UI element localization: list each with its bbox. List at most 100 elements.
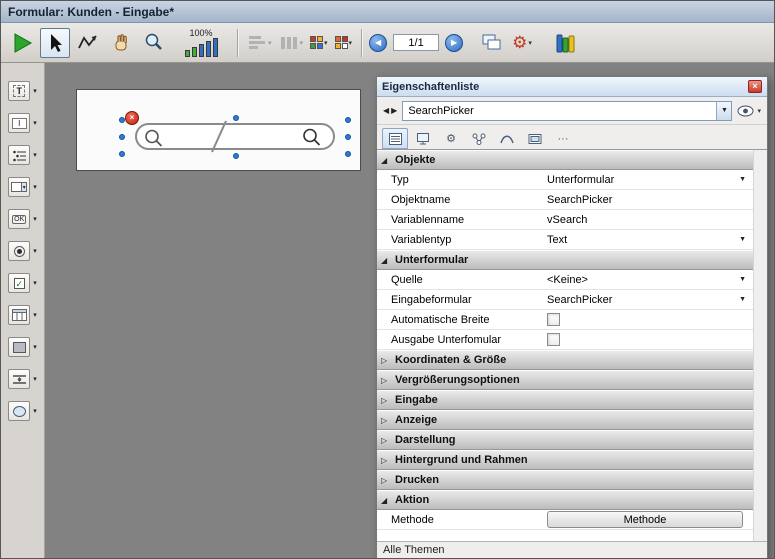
menu-arrow-icon[interactable]: ▾ <box>33 247 37 255</box>
section-header-hintergrund-und-rahmen[interactable]: ▷Hintergrund und Rahmen <box>377 450 753 470</box>
radio-button-tool[interactable]: ▾ <box>8 241 37 261</box>
tab-form[interactable] <box>410 128 436 149</box>
property-value-text[interactable]: SearchPicker <box>547 194 612 206</box>
combo-box-tool[interactable]: ▾ <box>8 177 37 197</box>
section-header-objekte[interactable]: ◢Objekte <box>377 150 753 170</box>
dropdown-arrow-icon[interactable]: ▼ <box>739 276 753 283</box>
next-object-button[interactable]: ▶ <box>391 106 397 115</box>
tab-settings[interactable]: ⚙ <box>438 128 464 149</box>
object-selector-combobox[interactable]: SearchPicker ▼ <box>402 101 732 121</box>
method-button[interactable]: Methode <box>547 511 743 528</box>
window-titlebar[interactable]: Formular: Kunden - Eingabe* <box>1 1 774 23</box>
menu-arrow-icon[interactable]: ▾ <box>268 39 272 47</box>
section-header-koordinaten-größe[interactable]: ▷Koordinaten & Größe <box>377 350 753 370</box>
zoom-bar-3[interactable] <box>199 44 204 57</box>
button-tool[interactable]: OK ▾ <box>8 209 37 229</box>
oval-tool[interactable]: ▾ <box>8 401 37 421</box>
tab-curve[interactable] <box>494 128 520 149</box>
menu-arrow-icon[interactable]: ▾ <box>33 119 37 127</box>
align-menu-button[interactable]: ▾ <box>245 34 274 52</box>
list-box-tool[interactable]: ▾ <box>8 305 37 325</box>
selection-handle-middle-left[interactable] <box>119 134 125 140</box>
checkbox-automatische-breite[interactable] <box>547 313 560 326</box>
zoom-tool-button[interactable] <box>139 28 169 58</box>
menu-arrow-icon[interactable]: ▾ <box>349 39 353 47</box>
section-header-aktion[interactable]: ◢Aktion <box>377 490 753 510</box>
dropdown-arrow-icon[interactable]: ▼ <box>739 176 753 183</box>
zoom-bars-icon[interactable] <box>185 38 218 57</box>
pointer-tool-button[interactable] <box>40 28 70 58</box>
section-header-vergrößerungsoptionen[interactable]: ▷Vergrößerungsoptionen <box>377 370 753 390</box>
close-icon[interactable]: × <box>748 80 762 93</box>
menu-arrow-icon[interactable]: ▾ <box>324 39 328 47</box>
menu-arrow-icon[interactable]: ▾ <box>33 311 37 319</box>
menu-arrow-icon[interactable]: ▾ <box>33 279 37 287</box>
tab-display[interactable] <box>522 128 548 149</box>
property-value-text[interactable]: <Keine> <box>547 274 588 286</box>
zoom-bar-2[interactable] <box>192 47 197 57</box>
dropdown-arrow-icon[interactable]: ▼ <box>739 296 753 303</box>
entry-order-tool-button[interactable] <box>73 28 103 58</box>
entry-order-icon <box>76 32 100 54</box>
splitter-tool[interactable]: ▾ <box>8 369 37 389</box>
settings-menu-button[interactable]: ⚙ ▾ <box>510 34 534 51</box>
fill-color-menu-button[interactable]: ▾ <box>308 36 330 49</box>
property-grid-scrollbar[interactable] <box>753 150 767 541</box>
distribute-menu-button[interactable]: ▾ <box>277 34 306 52</box>
tab-more[interactable]: ··· <box>550 128 576 149</box>
menu-arrow-icon[interactable]: ▾ <box>33 87 37 95</box>
grid-color-menu-button[interactable]: ▾ <box>333 36 355 49</box>
section-header-anzeige[interactable]: ▷Anzeige <box>377 410 753 430</box>
text-tool[interactable]: T ▾ <box>8 81 37 101</box>
selection-handle-top-right[interactable] <box>345 117 351 123</box>
section-header-drucken[interactable]: ▷Drucken <box>377 470 753 490</box>
field-tool[interactable]: I ▾ <box>8 113 37 133</box>
menu-arrow-icon[interactable]: ▾ <box>33 183 37 191</box>
section-header-eingabe[interactable]: ▷Eingabe <box>377 390 753 410</box>
selection-handle-top-middle[interactable] <box>233 115 239 121</box>
menu-arrow-icon[interactable]: ▾ <box>757 107 761 115</box>
cascade-windows-button[interactable] <box>477 28 507 58</box>
selection-handle-bottom-left[interactable] <box>119 151 125 157</box>
menu-arrow-icon[interactable]: ▾ <box>33 375 37 383</box>
menu-arrow-icon[interactable]: ▾ <box>300 39 304 47</box>
checkbox-tool[interactable]: ✓ ▾ <box>8 273 37 293</box>
property-value-text[interactable]: SearchPicker <box>547 294 612 306</box>
section-header-unterformular[interactable]: ◢Unterformular <box>377 250 753 270</box>
combo-arrow-icon[interactable]: ▼ <box>716 102 731 120</box>
menu-arrow-icon[interactable]: ▾ <box>33 407 37 415</box>
hierarchical-list-tool[interactable]: ▾ <box>8 145 37 165</box>
section-header-darstellung[interactable]: ▷Darstellung <box>377 430 753 450</box>
zoom-bar-4[interactable] <box>206 41 211 57</box>
next-page-button[interactable]: ▶ <box>445 34 463 52</box>
selection-handle-bottom-middle[interactable] <box>233 153 239 159</box>
property-list-titlebar[interactable]: Eigenschaftenliste × <box>377 77 767 97</box>
execute-form-button[interactable] <box>7 28 37 58</box>
property-value-text[interactable]: vSearch <box>547 214 587 226</box>
zoom-bar-5[interactable] <box>213 38 218 57</box>
menu-arrow-icon[interactable]: ▾ <box>33 151 37 159</box>
tab-properties[interactable] <box>382 128 408 149</box>
zoom-bar-1[interactable] <box>185 50 190 57</box>
menu-arrow-icon[interactable]: ▾ <box>33 343 37 351</box>
theme-filter-label[interactable]: Alle Themen <box>383 544 445 556</box>
tab-objects[interactable] <box>466 128 492 149</box>
selection-handle-bottom-right[interactable] <box>345 151 351 157</box>
view-options-menu[interactable]: ▾ <box>737 105 761 117</box>
selection-handle-middle-right[interactable] <box>345 134 351 140</box>
rectangle-tool[interactable]: ▾ <box>8 337 37 357</box>
checkbox-ausgabe-unterfomular[interactable] <box>547 333 560 346</box>
move-tool-button[interactable] <box>106 28 136 58</box>
menu-arrow-icon[interactable]: ▾ <box>33 215 37 223</box>
menu-arrow-icon[interactable]: ▾ <box>528 39 532 47</box>
previous-object-button[interactable]: ◀ <box>383 106 389 115</box>
form-design-area[interactable]: × <box>76 89 361 171</box>
searchpicker-widget[interactable] <box>122 118 354 156</box>
property-value-text[interactable]: Text <box>547 234 567 246</box>
zoom-level-widget[interactable]: 100% <box>174 28 228 57</box>
dropdown-arrow-icon[interactable]: ▼ <box>739 236 753 243</box>
selection-handle-top-left[interactable] <box>119 117 125 123</box>
property-value-text[interactable]: Unterformular <box>547 174 614 186</box>
previous-page-button[interactable]: ◀ <box>369 34 387 52</box>
object-library-button[interactable] <box>550 28 580 58</box>
